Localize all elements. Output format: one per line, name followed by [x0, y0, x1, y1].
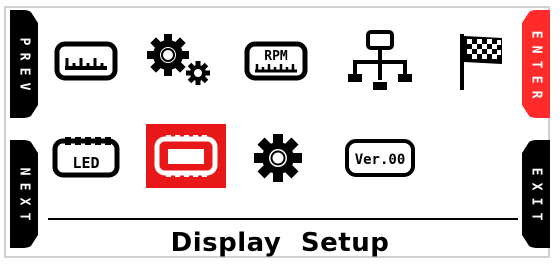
version-icon[interactable]: Ver.00: [340, 126, 420, 190]
prev-label: PREV: [16, 34, 31, 94]
label-letter: R: [16, 52, 32, 61]
label-letter: N: [16, 167, 32, 176]
label-letter: N: [528, 45, 544, 53]
exit-label: EXIT: [528, 164, 543, 224]
label-letter: P: [16, 37, 32, 46]
device-screen: PREV NEXT ENTER EXIT RPM LED Ver.00 Disp…: [0, 0, 560, 265]
label-letter: V: [16, 82, 32, 91]
prev-button[interactable]: PREV: [10, 10, 38, 118]
gear-icon[interactable]: [238, 126, 318, 190]
label-letter: E: [16, 182, 32, 191]
enter-button[interactable]: ENTER: [522, 10, 550, 118]
version-text: Ver.00: [355, 152, 406, 168]
label-letter: E: [528, 75, 544, 83]
network-tree-icon[interactable]: [340, 29, 420, 93]
label-letter: X: [16, 197, 32, 206]
label-letter: I: [528, 197, 544, 206]
label-letter: T: [16, 212, 32, 221]
rpm-text: RPM: [264, 49, 288, 64]
display-icon[interactable]: [146, 124, 226, 188]
checkered-flag-icon[interactable]: [440, 29, 520, 93]
gauge-icon[interactable]: [46, 29, 126, 93]
gears-icon[interactable]: [140, 29, 220, 93]
label-letter: X: [528, 182, 544, 191]
label-letter: E: [528, 167, 544, 176]
page-title: Display Setup: [170, 228, 390, 258]
title-divider: [48, 218, 518, 220]
led-icon[interactable]: LED: [46, 126, 126, 190]
led-text: LED: [72, 154, 99, 172]
label-letter: T: [528, 212, 544, 221]
label-letter: E: [528, 30, 544, 38]
enter-label: ENTER: [528, 27, 543, 102]
label-letter: R: [528, 90, 544, 98]
label-letter: T: [528, 60, 544, 68]
rpm-gauge-icon[interactable]: RPM: [236, 29, 316, 93]
label-letter: E: [16, 67, 32, 76]
next-label: NEXT: [16, 164, 31, 224]
